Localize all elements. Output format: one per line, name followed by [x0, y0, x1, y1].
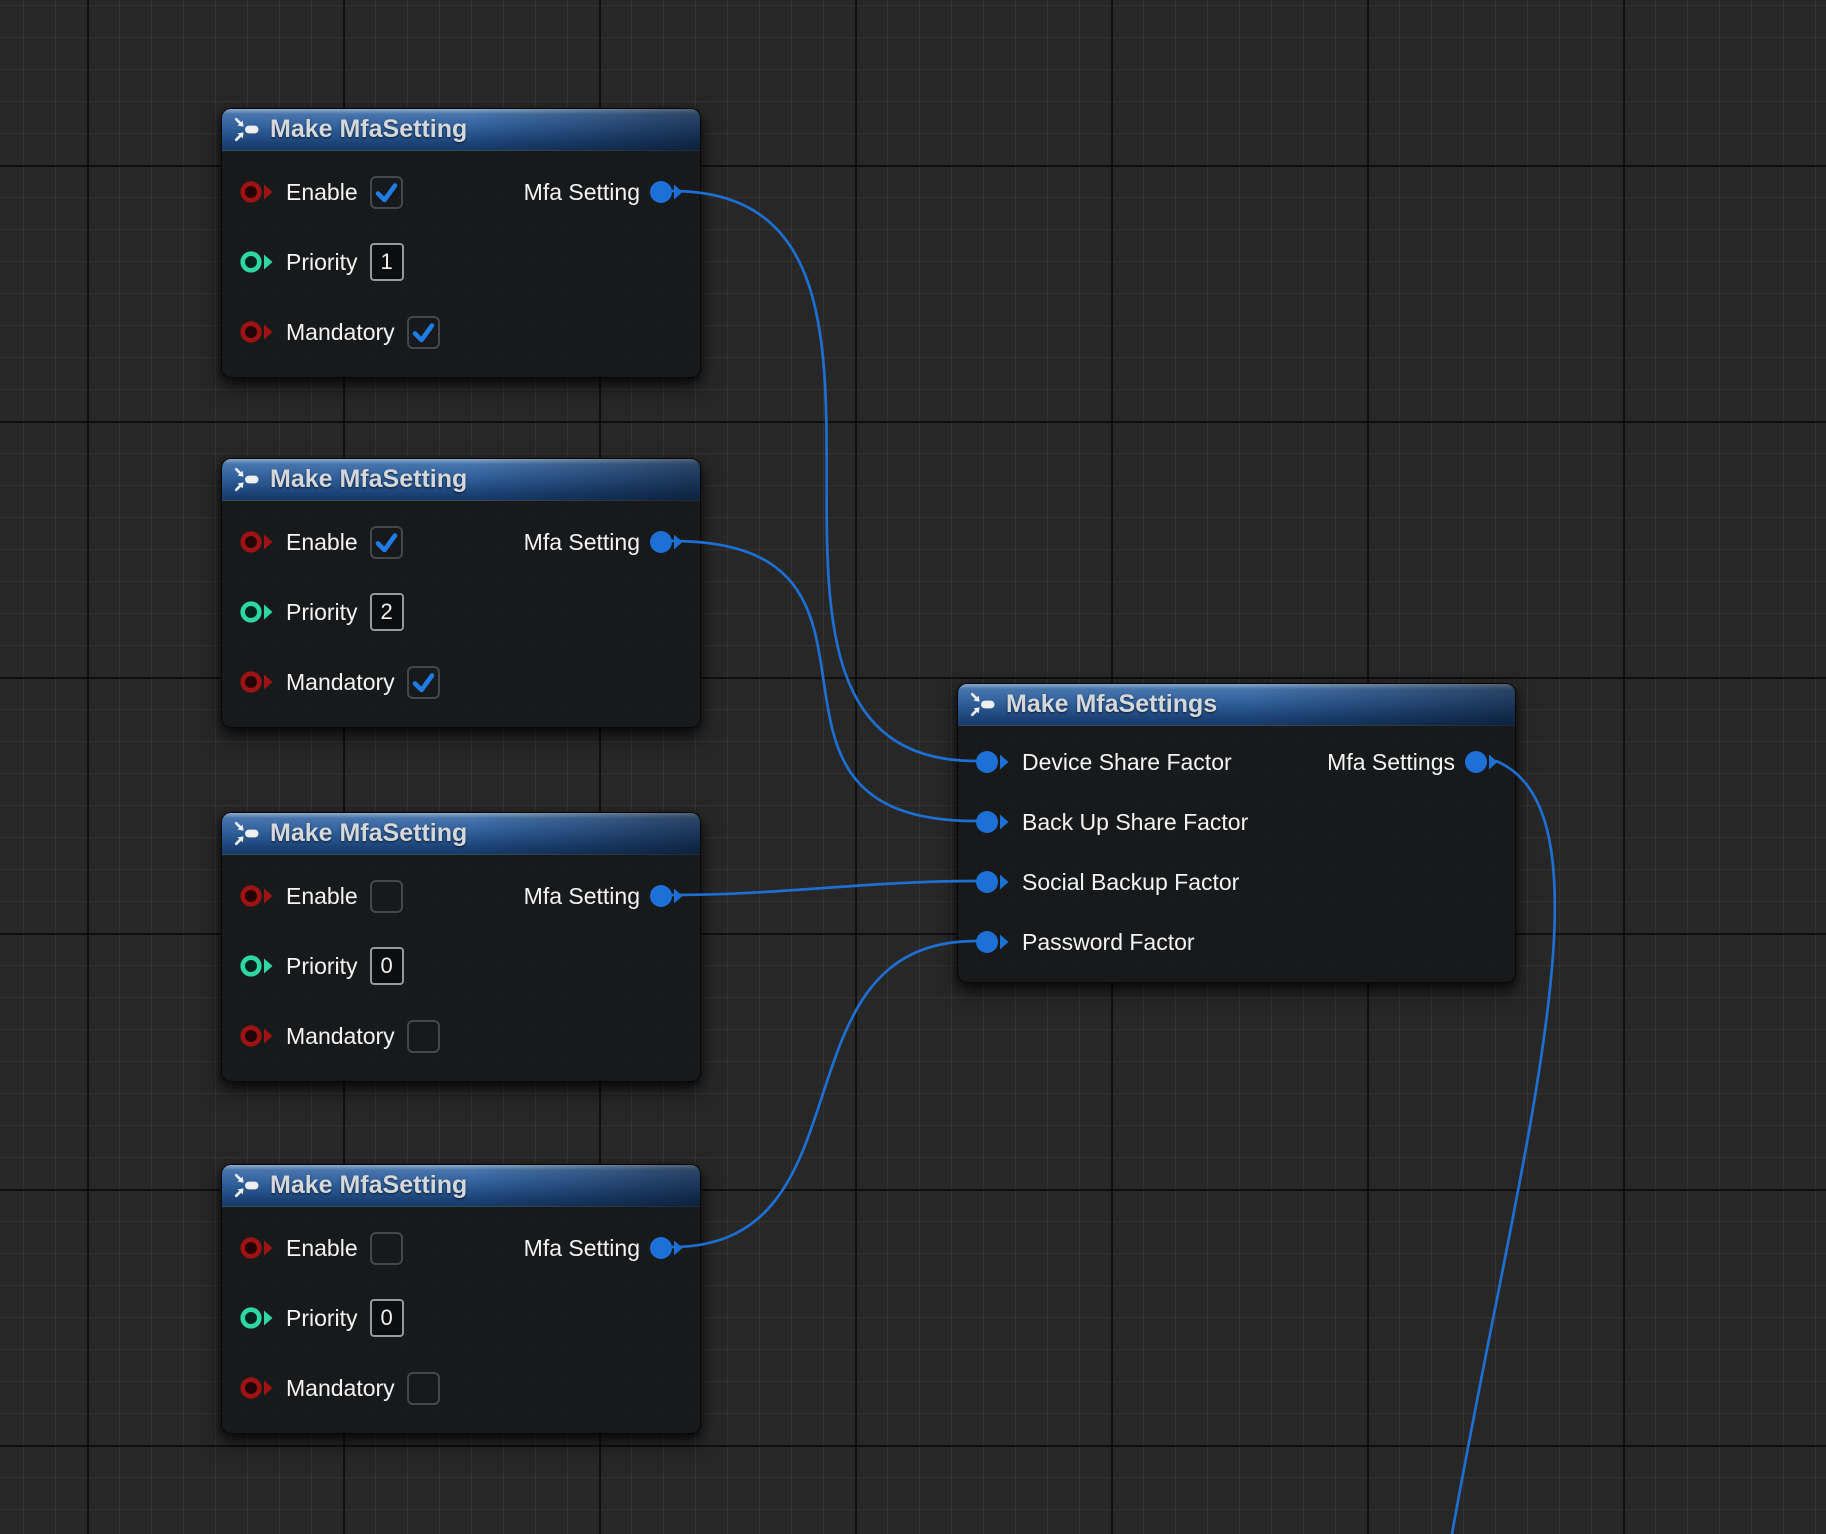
int-input-pin-priority[interactable]	[240, 1306, 274, 1330]
pin-label-password-factor: Password Factor	[1022, 929, 1195, 956]
node-title: Make MfaSetting	[270, 1171, 467, 1200]
make-struct-icon	[969, 691, 996, 718]
priority-value-field[interactable]: 1	[370, 243, 404, 281]
bool-input-pin-mandatory[interactable]	[240, 1376, 274, 1400]
pin-label-device-share-factor: Device Share Factor	[1022, 749, 1232, 776]
mandatory-checkbox[interactable]	[407, 666, 440, 699]
pin-label-mfa-setting: Mfa Setting	[524, 529, 640, 556]
struct-input-pin-backup-share-factor[interactable]	[976, 810, 1010, 834]
enable-checkbox[interactable]	[370, 176, 403, 209]
enable-checkbox[interactable]	[370, 526, 403, 559]
node-make-mfasetting-1[interactable]: Make MfaSetting Enable Mfa Setting Prior…	[221, 108, 701, 378]
pin-label-backup-share-factor: Back Up Share Factor	[1022, 809, 1248, 836]
bool-input-pin-enable[interactable]	[240, 1236, 274, 1260]
node-title: Make MfaSetting	[270, 115, 467, 144]
node-make-mfasetting-2[interactable]: Make MfaSetting Enable Mfa Setting Prior…	[221, 458, 701, 728]
struct-input-pin-social-backup-factor[interactable]	[976, 870, 1010, 894]
make-struct-icon	[233, 116, 260, 143]
node-header[interactable]: Make MfaSettings	[958, 684, 1515, 726]
node-title: Make MfaSettings	[1006, 690, 1217, 719]
mandatory-checkbox[interactable]	[407, 316, 440, 349]
pin-label-mfa-setting: Mfa Setting	[524, 1235, 640, 1262]
pin-label-mfa-setting: Mfa Setting	[524, 883, 640, 910]
bool-input-pin-mandatory[interactable]	[240, 320, 274, 344]
bool-input-pin-mandatory[interactable]	[240, 670, 274, 694]
pin-label-mandatory: Mandatory	[286, 669, 395, 696]
pin-label-social-backup-factor: Social Backup Factor	[1022, 869, 1239, 896]
node-make-mfasettings[interactable]: Make MfaSettings Device Share Factor Mfa…	[957, 683, 1516, 983]
blueprint-graph-canvas[interactable]: { "nodes": [ { "title": "Make MfaSetting…	[0, 0, 1826, 1534]
make-struct-icon	[233, 466, 260, 493]
int-input-pin-priority[interactable]	[240, 250, 274, 274]
enable-checkbox[interactable]	[370, 880, 403, 913]
node-make-mfasetting-4[interactable]: Make MfaSetting Enable Mfa Setting Prior…	[221, 1164, 701, 1434]
wire-setting4-to-password-factor[interactable]	[672, 941, 976, 1247]
mandatory-checkbox[interactable]	[407, 1020, 440, 1053]
wire-setting3-to-social-backup-factor[interactable]	[672, 881, 976, 895]
node-header[interactable]: Make MfaSetting	[222, 109, 700, 151]
bool-input-pin-enable[interactable]	[240, 884, 274, 908]
struct-input-pin-device-share-factor[interactable]	[976, 750, 1010, 774]
wire-setting2-to-backup-share-factor[interactable]	[672, 541, 976, 821]
node-header[interactable]: Make MfaSetting	[222, 459, 700, 501]
pin-label-mfa-settings: Mfa Settings	[1327, 749, 1455, 776]
pin-label-priority: Priority	[286, 599, 358, 626]
node-make-mfasetting-3[interactable]: Make MfaSetting Enable Mfa Setting Prior…	[221, 812, 701, 1082]
int-input-pin-priority[interactable]	[240, 954, 274, 978]
node-header[interactable]: Make MfaSetting	[222, 1165, 700, 1207]
bool-input-pin-enable[interactable]	[240, 530, 274, 554]
priority-value-field[interactable]: 0	[370, 1299, 404, 1337]
bool-input-pin-mandatory[interactable]	[240, 1024, 274, 1048]
int-input-pin-priority[interactable]	[240, 600, 274, 624]
enable-checkbox[interactable]	[370, 1232, 403, 1265]
node-header[interactable]: Make MfaSetting	[222, 813, 700, 855]
priority-value-field[interactable]: 0	[370, 947, 404, 985]
pin-label-mandatory: Mandatory	[286, 319, 395, 346]
node-title: Make MfaSetting	[270, 465, 467, 494]
pin-label-enable: Enable	[286, 883, 358, 910]
pin-label-enable: Enable	[286, 1235, 358, 1262]
pin-label-mandatory: Mandatory	[286, 1023, 395, 1050]
pin-label-priority: Priority	[286, 1305, 358, 1332]
mandatory-checkbox[interactable]	[407, 1372, 440, 1405]
pin-label-mandatory: Mandatory	[286, 1375, 395, 1402]
pin-label-enable: Enable	[286, 179, 358, 206]
bool-input-pin-enable[interactable]	[240, 180, 274, 204]
pin-label-mfa-setting: Mfa Setting	[524, 179, 640, 206]
pin-label-enable: Enable	[286, 529, 358, 556]
node-title: Make MfaSetting	[270, 819, 467, 848]
struct-input-pin-password-factor[interactable]	[976, 930, 1010, 954]
struct-output-pin-mfa-settings[interactable]	[1465, 750, 1499, 774]
pin-label-priority: Priority	[286, 953, 358, 980]
make-struct-icon	[233, 1172, 260, 1199]
pin-label-priority: Priority	[286, 249, 358, 276]
make-struct-icon	[233, 820, 260, 847]
priority-value-field[interactable]: 2	[370, 593, 404, 631]
